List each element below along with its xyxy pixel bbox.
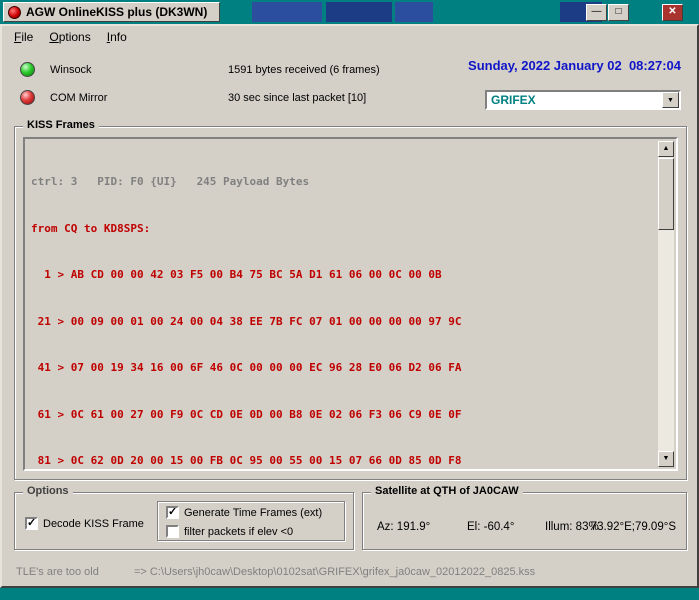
coordinates-value: 73.92°E;79.09°S bbox=[590, 521, 676, 533]
desktop-artifact bbox=[326, 2, 392, 22]
maximize-button[interactable]: □ bbox=[608, 4, 629, 21]
desktop-artifact bbox=[252, 2, 322, 22]
tle-status-text: TLE's are too old bbox=[16, 566, 99, 578]
datetime-text: Sunday, 2022 January 02 08:27:04 bbox=[468, 58, 681, 73]
bytes-received-text: 1591 bytes received (6 frames) bbox=[228, 64, 380, 76]
kiss-frames-area: ctrl: 3 PID: F0 {UI} 245 Payload Bytes f… bbox=[23, 137, 678, 471]
azimuth-value: Az: 191.9° bbox=[377, 521, 431, 533]
hex-line: 41 > 07 00 19 34 16 00 6F 46 0C 00 00 00… bbox=[31, 361, 462, 374]
kiss-frames-title: KISS Frames bbox=[23, 119, 99, 131]
kiss-frames-text: ctrl: 3 PID: F0 {UI} 245 Payload Bytes f… bbox=[31, 143, 652, 467]
kiss-frames-group: KISS Frames ctrl: 3 PID: F0 {UI} 245 Pay… bbox=[14, 119, 687, 480]
winsock-label: Winsock bbox=[50, 64, 92, 76]
minimize-button[interactable]: — bbox=[586, 4, 607, 21]
close-button[interactable]: ✕ bbox=[662, 4, 683, 21]
window-body: File Options Info Winsock COM Mirror 159… bbox=[0, 24, 699, 588]
filter-packets-label[interactable]: filter packets if elev <0 bbox=[184, 526, 293, 538]
hex-line: 1 > AB CD 00 00 42 03 F5 00 B4 75 BC 5A … bbox=[31, 268, 442, 281]
generate-time-frames-label[interactable]: Generate Time Frames (ext) bbox=[184, 507, 322, 519]
app-window: AGW OnlineKISS plus (DK3WN) — □ ✕ File O… bbox=[0, 0, 699, 600]
satellite-select[interactable]: GRIFEX ▼ bbox=[485, 90, 681, 110]
scroll-up-icon[interactable]: ▲ bbox=[658, 141, 674, 157]
frame-header-line: ctrl: 3 PID: F0 {UI} 245 Payload Bytes bbox=[31, 175, 310, 188]
last-packet-text: 30 sec since last packet [10] bbox=[228, 92, 367, 104]
scrollbar-thumb[interactable] bbox=[658, 158, 674, 230]
winsock-led-icon bbox=[20, 62, 35, 77]
hex-line: 61 > 0C 61 00 27 00 F9 0C CD 0E 0D 00 B8… bbox=[31, 407, 462, 421]
window-title: AGW OnlineKISS plus (DK3WN) bbox=[26, 5, 208, 19]
window-title-chip[interactable]: AGW OnlineKISS plus (DK3WN) bbox=[3, 2, 221, 22]
hex-line: 81 > 0C 62 0D 20 00 15 00 FB 0C 95 00 55… bbox=[31, 454, 462, 467]
app-icon bbox=[8, 5, 21, 19]
desktop-artifact bbox=[395, 2, 433, 22]
filter-packets-checkbox[interactable] bbox=[166, 525, 179, 538]
menu-options[interactable]: Options bbox=[41, 27, 98, 47]
options-group-title: Options bbox=[23, 485, 73, 497]
scroll-down-icon[interactable]: ▼ bbox=[658, 451, 674, 467]
output-path-text: => C:\Users\jh0caw\Desktop\0102sat\GRIFE… bbox=[134, 566, 536, 578]
menu-file[interactable]: File bbox=[6, 27, 41, 47]
com-mirror-label: COM Mirror bbox=[50, 92, 108, 104]
status-panel: Winsock COM Mirror 1591 bytes received (… bbox=[2, 48, 697, 122]
decode-kiss-checkbox[interactable]: ✓ bbox=[25, 517, 38, 530]
generate-time-frames-checkbox[interactable]: ✓ bbox=[166, 506, 179, 519]
time-frames-subgroup: ✓ Generate Time Frames (ext) filter pack… bbox=[157, 501, 345, 541]
hex-line: 21 > 00 09 00 01 00 24 00 04 38 EE 7B FC… bbox=[31, 314, 462, 328]
vertical-scrollbar[interactable]: ▲ ▼ bbox=[658, 141, 674, 467]
frame-from-line: from CQ to KD8SPS: bbox=[31, 221, 151, 235]
filter-packets-checkbox-row[interactable]: filter packets if elev <0 bbox=[166, 525, 293, 538]
decode-kiss-checkbox-row[interactable]: ✓ Decode KISS Frame bbox=[25, 517, 144, 530]
satellite-group: Satellite at QTH of JA0CAW Az: 191.9° El… bbox=[362, 485, 687, 550]
dropdown-arrow-icon[interactable]: ▼ bbox=[662, 92, 679, 108]
generate-time-frames-checkbox-row[interactable]: ✓ Generate Time Frames (ext) bbox=[166, 506, 322, 519]
title-bar: AGW OnlineKISS plus (DK3WN) — □ ✕ bbox=[0, 0, 699, 24]
com-mirror-led-icon bbox=[20, 90, 35, 105]
options-group: Options ✓ Decode KISS Frame ✓ Generate T… bbox=[14, 485, 354, 550]
satellite-group-title: Satellite at QTH of JA0CAW bbox=[371, 485, 523, 497]
satellite-select-value: GRIFEX bbox=[491, 93, 536, 107]
elevation-value: El: -60.4° bbox=[467, 521, 515, 533]
menu-bar: File Options Info bbox=[2, 26, 697, 48]
menu-info[interactable]: Info bbox=[99, 27, 135, 47]
decode-kiss-label[interactable]: Decode KISS Frame bbox=[43, 518, 144, 530]
